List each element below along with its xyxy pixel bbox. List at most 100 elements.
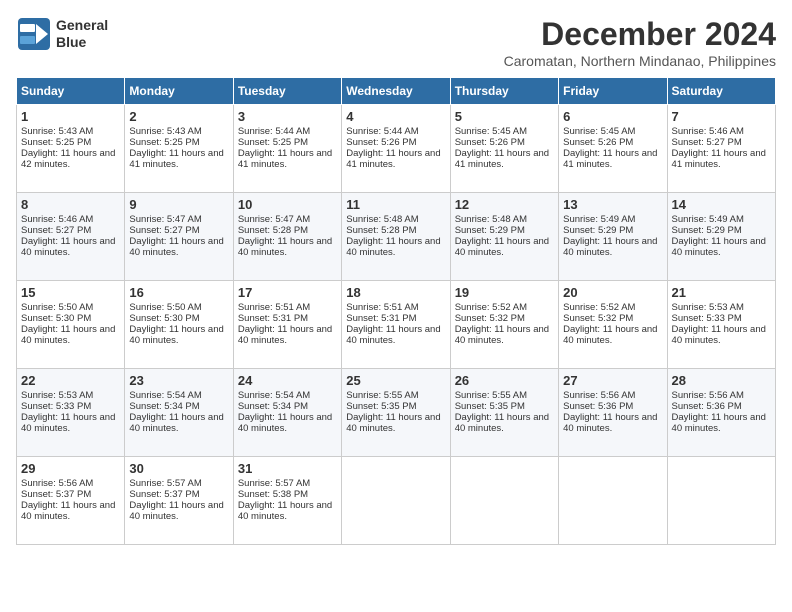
sunrise-label: Sunrise: 5:54 AM (238, 390, 310, 401)
calendar-row: 1Sunrise: 5:43 AMSunset: 5:25 PMDaylight… (17, 105, 776, 193)
sunset-label: Sunset: 5:27 PM (21, 225, 91, 236)
sunset-label: Sunset: 5:27 PM (672, 137, 742, 148)
day-number: 29 (21, 461, 120, 476)
sunset-label: Sunset: 5:30 PM (129, 313, 199, 324)
day-number: 20 (563, 285, 662, 300)
table-row: 5Sunrise: 5:45 AMSunset: 5:26 PMDaylight… (450, 105, 558, 193)
calendar-header-row: Sunday Monday Tuesday Wednesday Thursday… (17, 78, 776, 105)
sunset-label: Sunset: 5:25 PM (129, 137, 199, 148)
logo: General Blue (16, 16, 108, 52)
title-area: December 2024 Caromatan, Northern Mindan… (504, 16, 776, 69)
day-number: 31 (238, 461, 337, 476)
sunset-label: Sunset: 5:25 PM (238, 137, 308, 148)
day-number: 7 (672, 109, 771, 124)
sunset-label: Sunset: 5:33 PM (672, 313, 742, 324)
day-number: 6 (563, 109, 662, 124)
daylight-label: Daylight: 11 hours and 40 minutes. (563, 412, 657, 434)
day-number: 19 (455, 285, 554, 300)
table-row: 12Sunrise: 5:48 AMSunset: 5:29 PMDayligh… (450, 193, 558, 281)
daylight-label: Daylight: 11 hours and 40 minutes. (238, 412, 332, 434)
table-row: 21Sunrise: 5:53 AMSunset: 5:33 PMDayligh… (667, 281, 775, 369)
sunset-label: Sunset: 5:25 PM (21, 137, 91, 148)
table-row: 23Sunrise: 5:54 AMSunset: 5:34 PMDayligh… (125, 369, 233, 457)
sunrise-label: Sunrise: 5:46 AM (672, 126, 744, 137)
day-number: 14 (672, 197, 771, 212)
table-row (342, 457, 450, 545)
daylight-label: Daylight: 11 hours and 40 minutes. (672, 412, 766, 434)
sunset-label: Sunset: 5:29 PM (455, 225, 525, 236)
location: Caromatan, Northern Mindanao, Philippine… (504, 53, 776, 69)
sunrise-label: Sunrise: 5:44 AM (238, 126, 310, 137)
table-row: 6Sunrise: 5:45 AMSunset: 5:26 PMDaylight… (559, 105, 667, 193)
sunset-label: Sunset: 5:37 PM (129, 489, 199, 500)
day-number: 28 (672, 373, 771, 388)
daylight-label: Daylight: 11 hours and 40 minutes. (563, 236, 657, 258)
daylight-label: Daylight: 11 hours and 40 minutes. (238, 500, 332, 522)
sunrise-label: Sunrise: 5:43 AM (129, 126, 201, 137)
sunrise-label: Sunrise: 5:44 AM (346, 126, 418, 137)
logo-line2: Blue (56, 34, 108, 51)
sunrise-label: Sunrise: 5:45 AM (455, 126, 527, 137)
sunset-label: Sunset: 5:34 PM (129, 401, 199, 412)
table-row: 29Sunrise: 5:56 AMSunset: 5:37 PMDayligh… (17, 457, 125, 545)
sunrise-label: Sunrise: 5:56 AM (672, 390, 744, 401)
daylight-label: Daylight: 11 hours and 40 minutes. (455, 236, 549, 258)
day-number: 3 (238, 109, 337, 124)
sunrise-label: Sunrise: 5:54 AM (129, 390, 201, 401)
table-row: 7Sunrise: 5:46 AMSunset: 5:27 PMDaylight… (667, 105, 775, 193)
table-row: 28Sunrise: 5:56 AMSunset: 5:36 PMDayligh… (667, 369, 775, 457)
table-row (667, 457, 775, 545)
calendar-row: 15Sunrise: 5:50 AMSunset: 5:30 PMDayligh… (17, 281, 776, 369)
table-row: 19Sunrise: 5:52 AMSunset: 5:32 PMDayligh… (450, 281, 558, 369)
logo-icon (16, 16, 52, 52)
col-saturday: Saturday (667, 78, 775, 105)
sunset-label: Sunset: 5:38 PM (238, 489, 308, 500)
col-friday: Friday (559, 78, 667, 105)
table-row: 31Sunrise: 5:57 AMSunset: 5:38 PMDayligh… (233, 457, 341, 545)
daylight-label: Daylight: 11 hours and 40 minutes. (129, 236, 223, 258)
daylight-label: Daylight: 11 hours and 40 minutes. (346, 412, 440, 434)
daylight-label: Daylight: 11 hours and 41 minutes. (238, 148, 332, 170)
sunrise-label: Sunrise: 5:49 AM (672, 214, 744, 225)
daylight-label: Daylight: 11 hours and 40 minutes. (563, 324, 657, 346)
sunrise-label: Sunrise: 5:50 AM (21, 302, 93, 313)
sunrise-label: Sunrise: 5:53 AM (672, 302, 744, 313)
sunset-label: Sunset: 5:35 PM (346, 401, 416, 412)
day-number: 9 (129, 197, 228, 212)
table-row: 18Sunrise: 5:51 AMSunset: 5:31 PMDayligh… (342, 281, 450, 369)
daylight-label: Daylight: 11 hours and 40 minutes. (346, 324, 440, 346)
sunset-label: Sunset: 5:31 PM (238, 313, 308, 324)
daylight-label: Daylight: 11 hours and 40 minutes. (455, 324, 549, 346)
sunrise-label: Sunrise: 5:48 AM (455, 214, 527, 225)
day-number: 24 (238, 373, 337, 388)
sunset-label: Sunset: 5:29 PM (563, 225, 633, 236)
daylight-label: Daylight: 11 hours and 40 minutes. (672, 236, 766, 258)
sunrise-label: Sunrise: 5:48 AM (346, 214, 418, 225)
sunset-label: Sunset: 5:30 PM (21, 313, 91, 324)
table-row (450, 457, 558, 545)
table-row (559, 457, 667, 545)
sunrise-label: Sunrise: 5:47 AM (238, 214, 310, 225)
day-number: 30 (129, 461, 228, 476)
table-row: 13Sunrise: 5:49 AMSunset: 5:29 PMDayligh… (559, 193, 667, 281)
col-monday: Monday (125, 78, 233, 105)
daylight-label: Daylight: 11 hours and 40 minutes. (346, 236, 440, 258)
sunrise-label: Sunrise: 5:52 AM (563, 302, 635, 313)
table-row: 8Sunrise: 5:46 AMSunset: 5:27 PMDaylight… (17, 193, 125, 281)
daylight-label: Daylight: 11 hours and 42 minutes. (21, 148, 115, 170)
daylight-label: Daylight: 11 hours and 40 minutes. (455, 412, 549, 434)
day-number: 26 (455, 373, 554, 388)
sunrise-label: Sunrise: 5:55 AM (346, 390, 418, 401)
sunrise-label: Sunrise: 5:52 AM (455, 302, 527, 313)
calendar-row: 8Sunrise: 5:46 AMSunset: 5:27 PMDaylight… (17, 193, 776, 281)
table-row: 24Sunrise: 5:54 AMSunset: 5:34 PMDayligh… (233, 369, 341, 457)
daylight-label: Daylight: 11 hours and 40 minutes. (21, 412, 115, 434)
sunrise-label: Sunrise: 5:51 AM (346, 302, 418, 313)
sunset-label: Sunset: 5:35 PM (455, 401, 525, 412)
sunrise-label: Sunrise: 5:45 AM (563, 126, 635, 137)
calendar-table: Sunday Monday Tuesday Wednesday Thursday… (16, 77, 776, 545)
sunset-label: Sunset: 5:26 PM (346, 137, 416, 148)
day-number: 25 (346, 373, 445, 388)
col-sunday: Sunday (17, 78, 125, 105)
daylight-label: Daylight: 11 hours and 40 minutes. (21, 324, 115, 346)
